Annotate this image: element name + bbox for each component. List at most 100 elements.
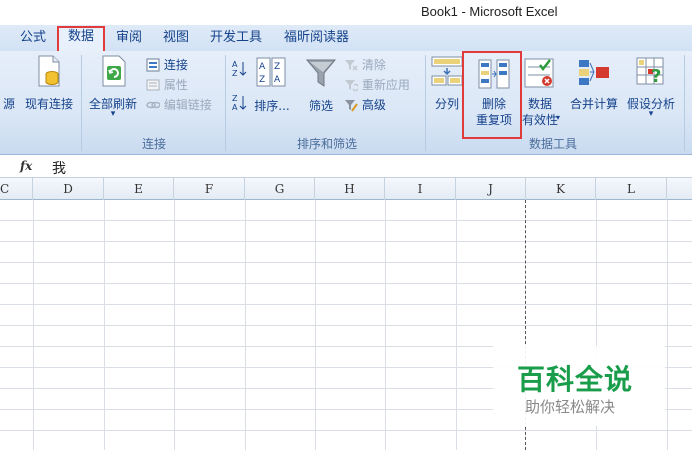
svg-text:A: A bbox=[274, 75, 281, 85]
text-to-columns-label: 分列 bbox=[434, 97, 459, 111]
ribbon-tab-bar: 公式 数据 审阅 视图 开发工具 福昕阅读器 bbox=[0, 25, 692, 51]
chevron-down-icon: ▾ bbox=[110, 109, 116, 119]
existing-connections-button[interactable]: 现有连接 bbox=[20, 53, 78, 123]
data-validation-icon bbox=[524, 58, 554, 88]
reapply-label: 重新应用 bbox=[361, 78, 410, 92]
svg-text:Z: Z bbox=[232, 94, 238, 103]
formula-input[interactable]: 我 bbox=[52, 158, 66, 178]
insert-function-icon[interactable]: fx bbox=[20, 159, 32, 173]
chevron-down-icon: ▾ bbox=[556, 113, 561, 122]
data-validation-button[interactable]: 数据 有效性 ▾ bbox=[518, 53, 562, 131]
tab-data[interactable]: 数据 bbox=[57, 26, 105, 51]
refresh-icon bbox=[102, 55, 126, 87]
title-bar: Book1 - Microsoft Excel bbox=[0, 0, 692, 25]
clear-filter-button[interactable]: 清除 bbox=[344, 56, 386, 73]
sort-a-to-z-button[interactable]: AZ bbox=[229, 59, 249, 79]
column-header-f[interactable]: F bbox=[174, 178, 245, 200]
svg-text:Z: Z bbox=[259, 75, 265, 85]
filter-button[interactable]: 筛选 bbox=[300, 53, 342, 123]
column-header-row: C D E F G H I J K L bbox=[0, 178, 692, 200]
sort-descending-icon: ZA bbox=[232, 94, 247, 112]
grid-line bbox=[0, 325, 692, 326]
group-label-data-tools: 数据工具 bbox=[528, 137, 577, 151]
svg-text:A: A bbox=[232, 103, 238, 112]
group-separator bbox=[81, 55, 82, 151]
column-header-k[interactable]: K bbox=[526, 178, 596, 200]
grid-line bbox=[0, 241, 692, 242]
group-separator bbox=[684, 55, 685, 151]
connections-button[interactable]: 连接 bbox=[146, 56, 188, 73]
existing-connections-label: 现有连接 bbox=[24, 97, 73, 111]
filter-label: 筛选 bbox=[308, 99, 333, 113]
formula-bar: fx 我 bbox=[0, 156, 692, 178]
connections-label: 连接 bbox=[163, 58, 188, 72]
text-to-columns-button[interactable]: 分列 bbox=[429, 53, 465, 123]
from-other-sources-button[interactable]: 源 bbox=[0, 53, 18, 123]
grid-line bbox=[0, 430, 692, 431]
svg-text:Z: Z bbox=[274, 62, 280, 72]
clear-filter-icon bbox=[345, 60, 358, 71]
data-validation-label-line1: 数据 bbox=[527, 97, 552, 111]
advanced-filter-button[interactable]: 高级 bbox=[344, 96, 386, 113]
sort-z-to-a-button[interactable]: ZA bbox=[229, 93, 249, 115]
group-separator bbox=[425, 55, 426, 151]
grid-line bbox=[0, 262, 692, 263]
what-if-analysis-icon: ? bbox=[636, 57, 664, 87]
consolidate-icon bbox=[579, 60, 609, 85]
column-header-d[interactable]: D bbox=[33, 178, 104, 200]
sort-ascending-icon: AZ bbox=[232, 60, 247, 78]
watermark: 百科全说 助你轻松解决 bbox=[493, 346, 665, 426]
tab-view[interactable]: 视图 bbox=[159, 28, 193, 50]
advanced-filter-label: 高级 bbox=[361, 98, 386, 112]
ribbon-data: 源 现有连接 全部刷新 ▾ 连接 属性 编辑链接 连接 A Z Z A A Z … bbox=[0, 51, 692, 155]
group-label-sort-filter: 排序和筛选 bbox=[296, 137, 357, 151]
consolidate-button[interactable]: 合并计算 bbox=[566, 53, 622, 123]
column-header-j[interactable]: J bbox=[456, 178, 526, 200]
consolidate-label: 合并计算 bbox=[569, 97, 618, 111]
column-header-g[interactable]: G bbox=[245, 178, 315, 200]
sort-button[interactable]: A Z Z A 排序... bbox=[250, 53, 294, 123]
column-header-h[interactable]: H bbox=[315, 178, 385, 200]
grid-line bbox=[0, 283, 692, 284]
tab-developer[interactable]: 开发工具 bbox=[206, 28, 266, 50]
from-other-sources-label: 源 bbox=[2, 97, 15, 111]
chevron-down-icon: ▾ bbox=[648, 109, 654, 119]
watermark-subtitle: 助你轻松解决 bbox=[525, 398, 616, 416]
reapply-icon bbox=[345, 80, 360, 92]
what-if-analysis-button[interactable]: ? 假设分析 ▾ bbox=[623, 53, 679, 123]
filter-funnel-icon bbox=[305, 59, 337, 87]
column-header-c[interactable]: C bbox=[0, 178, 33, 200]
grid-line bbox=[0, 304, 692, 305]
edit-links-label: 编辑链接 bbox=[163, 98, 212, 112]
clear-filter-label: 清除 bbox=[361, 58, 386, 72]
column-header-l[interactable]: L bbox=[596, 178, 667, 200]
document-database-icon bbox=[38, 55, 60, 87]
properties-label: 属性 bbox=[163, 78, 188, 92]
svg-text:Z: Z bbox=[232, 69, 238, 78]
refresh-all-button[interactable]: 全部刷新 ▾ bbox=[84, 53, 142, 133]
svg-text:A: A bbox=[259, 62, 266, 72]
edit-links-button[interactable]: 编辑链接 bbox=[146, 96, 212, 113]
sort-label: 排序... bbox=[254, 99, 290, 113]
tab-foxit-reader[interactable]: 福昕阅读器 bbox=[280, 28, 353, 50]
sort-dialog-icon: A Z Z A bbox=[256, 57, 286, 87]
tab-formulas[interactable]: 公式 bbox=[16, 28, 50, 50]
chain-link-icon bbox=[146, 101, 161, 109]
reapply-button[interactable]: 重新应用 bbox=[344, 76, 410, 93]
column-header-i[interactable]: I bbox=[385, 178, 456, 200]
watermark-title: 百科全说 bbox=[517, 363, 634, 396]
text-to-columns-icon bbox=[431, 56, 463, 86]
advanced-filter-icon bbox=[345, 100, 358, 112]
grid-line bbox=[0, 220, 692, 221]
connections-icon bbox=[146, 58, 160, 72]
group-separator bbox=[225, 55, 226, 151]
properties-icon bbox=[146, 79, 160, 91]
svg-text:?: ? bbox=[651, 66, 661, 87]
window-title: Book1 - Microsoft Excel bbox=[421, 4, 558, 19]
column-header-e[interactable]: E bbox=[104, 178, 174, 200]
properties-button[interactable]: 属性 bbox=[146, 76, 188, 93]
group-label-connections: 连接 bbox=[141, 137, 166, 151]
remove-duplicates-highlight bbox=[462, 51, 522, 139]
svg-text:A: A bbox=[232, 60, 238, 69]
tab-review[interactable]: 审阅 bbox=[112, 28, 146, 50]
